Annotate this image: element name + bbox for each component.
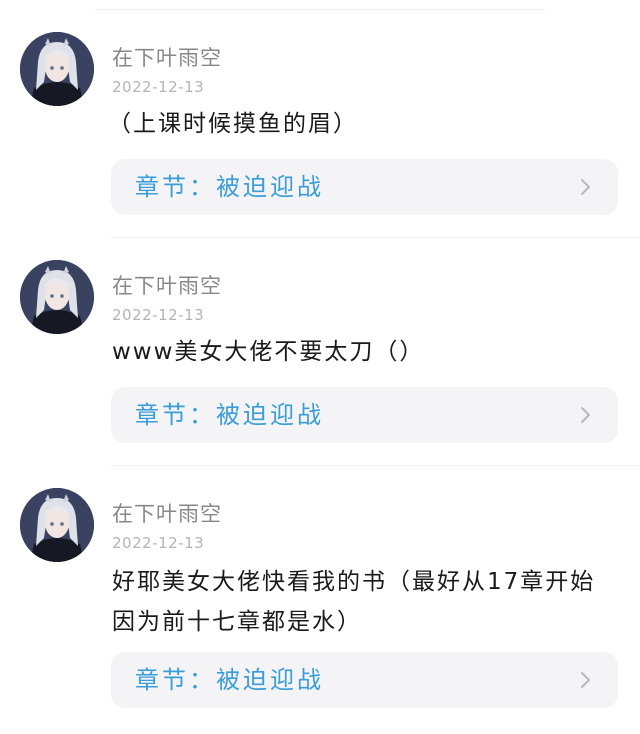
avatar[interactable] (20, 260, 94, 334)
chevron-right-icon (581, 407, 590, 423)
comment-username[interactable]: 在下叶雨空 (112, 498, 222, 528)
comment-date: 2022-12-13 (112, 78, 205, 96)
chapter-link[interactable]: 章节：被迫迎战 (111, 652, 618, 708)
comment-username[interactable]: 在下叶雨空 (112, 270, 222, 300)
comment-text: （上课时候摸鱼的眉） (108, 111, 358, 137)
avatar[interactable] (20, 32, 94, 106)
chevron-right-icon (581, 672, 590, 688)
chapter-link[interactable]: 章节：被迫迎战 (111, 159, 618, 215)
comment-text: www美女大佬不要太刀（） (112, 339, 425, 365)
top-divider (95, 9, 545, 10)
chapter-label: 章节：被迫迎战 (135, 401, 324, 429)
comment-divider (111, 465, 640, 466)
avatar[interactable] (20, 488, 94, 562)
comment-date: 2022-12-13 (112, 306, 205, 324)
chapter-link[interactable]: 章节：被迫迎战 (111, 387, 618, 443)
comment-divider (111, 237, 640, 238)
comment-username[interactable]: 在下叶雨空 (112, 42, 222, 72)
chapter-label: 章节：被迫迎战 (135, 666, 324, 694)
chevron-right-icon (581, 179, 590, 195)
chapter-label: 章节：被迫迎战 (135, 173, 324, 201)
comment-date: 2022-12-13 (112, 534, 205, 552)
comment-text: 好耶美女大佬快看我的书（最好从17章开始因为前十七章都是水） (112, 569, 596, 635)
